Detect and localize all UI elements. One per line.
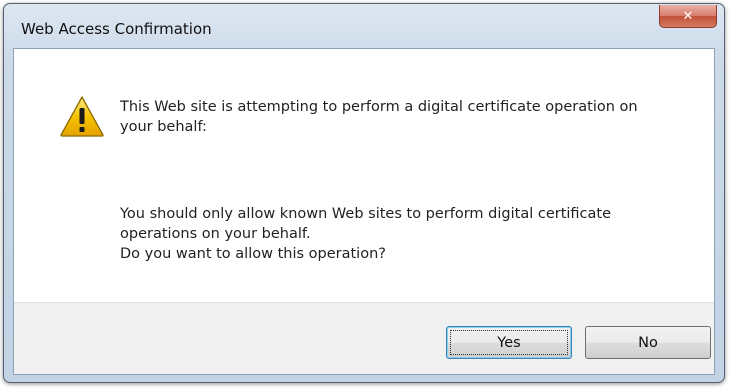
detail-line: operations on your behalf.: [120, 226, 311, 242]
detail-line: You should only allow known Web sites to…: [120, 206, 612, 222]
close-button[interactable]: ✕: [659, 5, 717, 28]
no-button[interactable]: No: [585, 326, 711, 359]
confirmation-message: This Web site is attempting to perform a…: [120, 97, 690, 137]
yes-button[interactable]: Yes: [446, 326, 572, 359]
close-icon[interactable]: ✕: [660, 5, 716, 27]
button-bar: Yes No: [14, 302, 714, 374]
confirmation-detail: You should only allow known Web sites to…: [120, 204, 690, 264]
dialog-content: This Web site is attempting to perform a…: [14, 49, 714, 302]
message-line: This Web site is attempting to perform a…: [120, 99, 638, 115]
dialog-client-area: This Web site is attempting to perform a…: [13, 48, 715, 375]
title-bar[interactable]: Web Access Confirmation ✕: [4, 4, 724, 48]
message-line: your behalf:: [120, 119, 207, 135]
dialog-window: Web Access Confirmation ✕ This Web site …: [3, 3, 725, 383]
warning-icon: [60, 96, 104, 137]
dialog-title: Web Access Confirmation: [21, 20, 212, 38]
no-button-label: No: [638, 334, 658, 351]
detail-line: Do you want to allow this operation?: [120, 246, 386, 262]
yes-button-label: Yes: [497, 334, 521, 351]
